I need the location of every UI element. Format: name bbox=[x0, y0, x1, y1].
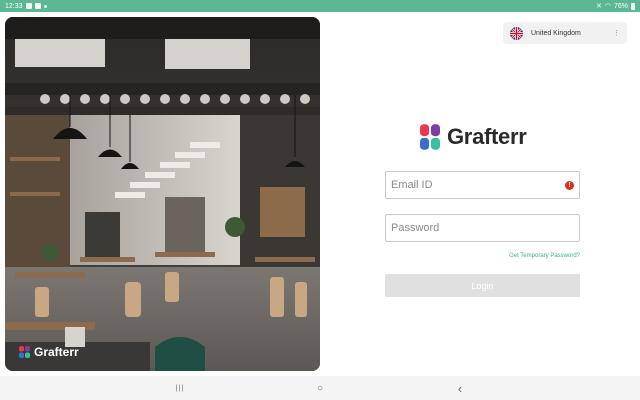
dropdown-menu-icon: ⋮ bbox=[613, 30, 620, 37]
recents-icon: ||| bbox=[175, 384, 185, 392]
password-field-container bbox=[385, 214, 580, 242]
grafterr-logo-icon bbox=[420, 124, 440, 150]
brand-logo: Grafterr bbox=[420, 124, 527, 150]
recents-button[interactable]: ||| bbox=[165, 376, 195, 400]
error-icon: ! bbox=[565, 180, 574, 190]
brand-name: Grafterr bbox=[447, 124, 527, 149]
wifi-icon: ◠ bbox=[604, 3, 611, 10]
hero-logo-text: Grafterr bbox=[34, 345, 79, 359]
mute-icon: ✕ bbox=[596, 3, 602, 10]
home-button[interactable]: ○ bbox=[305, 376, 335, 400]
status-time: 12:33 bbox=[5, 2, 23, 10]
battery-text: 76% bbox=[613, 2, 628, 10]
navigation-bar: ||| ○ ‹ bbox=[0, 376, 640, 400]
email-field[interactable] bbox=[391, 172, 565, 198]
email-field-container: ! bbox=[385, 171, 580, 199]
home-icon: ○ bbox=[316, 382, 324, 394]
battery-icon bbox=[631, 2, 635, 10]
restaurant-photo: Grafterr bbox=[5, 17, 320, 371]
dot-icon bbox=[43, 4, 47, 8]
country-selector[interactable]: United Kingdom ⋮ bbox=[503, 22, 627, 44]
back-icon: ‹ bbox=[457, 380, 463, 396]
get-temporary-password-link[interactable]: Get Temporary Password? bbox=[470, 253, 580, 259]
grafterr-logo-icon bbox=[19, 346, 30, 358]
image-icon bbox=[34, 3, 41, 9]
back-button[interactable]: ‹ bbox=[445, 376, 475, 400]
country-label: United Kingdom bbox=[531, 29, 581, 37]
restaurant-photo-illustration bbox=[5, 17, 320, 371]
status-bar: 12:33 ✕ ◠ 76% bbox=[0, 0, 640, 12]
hero-logo: Grafterr bbox=[19, 345, 79, 359]
gallery-icon bbox=[25, 3, 32, 9]
password-field[interactable] bbox=[391, 215, 574, 241]
login-button[interactable]: Login bbox=[385, 274, 580, 297]
uk-flag-icon bbox=[510, 26, 523, 40]
